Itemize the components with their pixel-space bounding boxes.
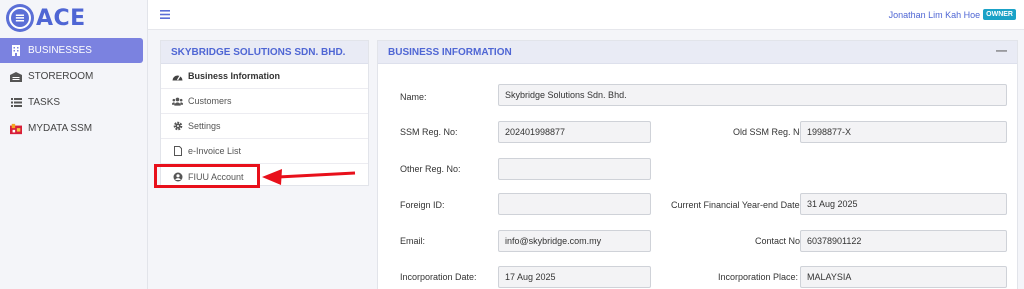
fy-end-field[interactable]: 31 Aug 2025 [800, 193, 1007, 215]
logo-text: ACE [36, 5, 86, 31]
sidebar-item-label: STOREROOM [28, 71, 94, 82]
menu-item-label: Business Information [188, 71, 281, 81]
contact-field[interactable]: 60378901122 [800, 230, 1007, 252]
warehouse-icon [10, 71, 22, 83]
menu-item-business-information[interactable]: Business Information [161, 64, 368, 89]
incorporation-place-label: Incorporation Place: [718, 272, 799, 282]
card-title: BUSINESS INFORMATION [388, 46, 512, 58]
top-bar: Jonathan Lim Kah Hoe OWNER [148, 0, 1024, 30]
mydata-ssm-logo-icon [10, 123, 22, 135]
minimize-icon[interactable]: — [996, 45, 1007, 57]
menu-item-e-invoice-list[interactable]: e-Invoice List [161, 139, 368, 164]
incorporation-place-field[interactable]: MALAYSIA [800, 266, 1007, 288]
menu-item-label: Customers [188, 96, 232, 106]
sidebar-item-businesses[interactable]: BUSINESSES [0, 38, 143, 63]
ssm-reg-field[interactable]: 202401998877 [498, 121, 651, 143]
menu-item-settings[interactable]: Settings [161, 114, 368, 139]
ssm-reg-label: SSM Reg. No: [400, 127, 458, 137]
email-field[interactable]: info@skybridge.com.my [498, 230, 651, 252]
business-name-header: SKYBRIDGE SOLUTIONS SDN. BHD. [161, 41, 368, 64]
sidebar-item-label: MYDATA SSM [28, 123, 93, 134]
annotation-highlight-box [154, 164, 260, 188]
ace-logo-icon: ≡ [6, 4, 34, 32]
sidebar-item-label: BUSINESSES [28, 45, 92, 56]
app-logo[interactable]: ≡ ACE [6, 4, 86, 32]
annotation-arrow [262, 169, 356, 185]
other-reg-label: Other Reg. No: [400, 164, 461, 174]
menu-item-label: Settings [188, 121, 221, 131]
sidebar-nav: BUSINESSES STOREROOM TASKS MYDATA SSM [0, 38, 143, 142]
name-label: Name: [400, 92, 427, 102]
user-name: Jonathan Lim Kah Hoe [888, 9, 981, 20]
users-icon [172, 96, 183, 107]
gear-icon [172, 121, 183, 132]
other-reg-field[interactable] [498, 158, 651, 180]
sidebar-item-tasks[interactable]: TASKS [0, 90, 143, 115]
foreign-id-field[interactable] [498, 193, 651, 215]
business-information-card: BUSINESS INFORMATION — Name: Skybridge S… [377, 40, 1018, 289]
menu-toggle-icon[interactable] [160, 8, 170, 22]
sidebar: ≡ ACE BUSINESSES STOREROOM TASKS MYDATA [0, 0, 148, 289]
user-menu[interactable]: Jonathan Lim Kah Hoe OWNER [889, 9, 1016, 20]
dashboard-icon [172, 71, 183, 82]
old-ssm-reg-field[interactable]: 1998877-X [800, 121, 1007, 143]
contact-label: Contact No: [755, 236, 803, 246]
incorporation-date-field[interactable]: 17 Aug 2025 [498, 266, 651, 288]
business-information-header: BUSINESS INFORMATION — [378, 41, 1017, 64]
role-badge: OWNER [983, 9, 1016, 20]
sidebar-item-storeroom[interactable]: STOREROOM [0, 64, 143, 89]
menu-item-label: e-Invoice List [188, 146, 242, 156]
sidebar-item-mydata-ssm[interactable]: MYDATA SSM [0, 116, 143, 141]
building-icon [10, 45, 22, 57]
fy-end-label: Current Financial Year-end Date: [671, 200, 803, 210]
incorporation-date-label: Incorporation Date: [400, 272, 477, 282]
foreign-id-label: Foreign ID: [400, 200, 445, 210]
old-ssm-reg-label: Old SSM Reg. No: [733, 127, 808, 137]
menu-item-customers[interactable]: Customers [161, 89, 368, 114]
email-label: Email: [400, 236, 426, 246]
name-field[interactable]: Skybridge Solutions Sdn. Bhd. [498, 84, 1007, 106]
list-icon [10, 97, 22, 109]
sidebar-item-label: TASKS [28, 97, 61, 108]
document-icon [172, 146, 183, 157]
